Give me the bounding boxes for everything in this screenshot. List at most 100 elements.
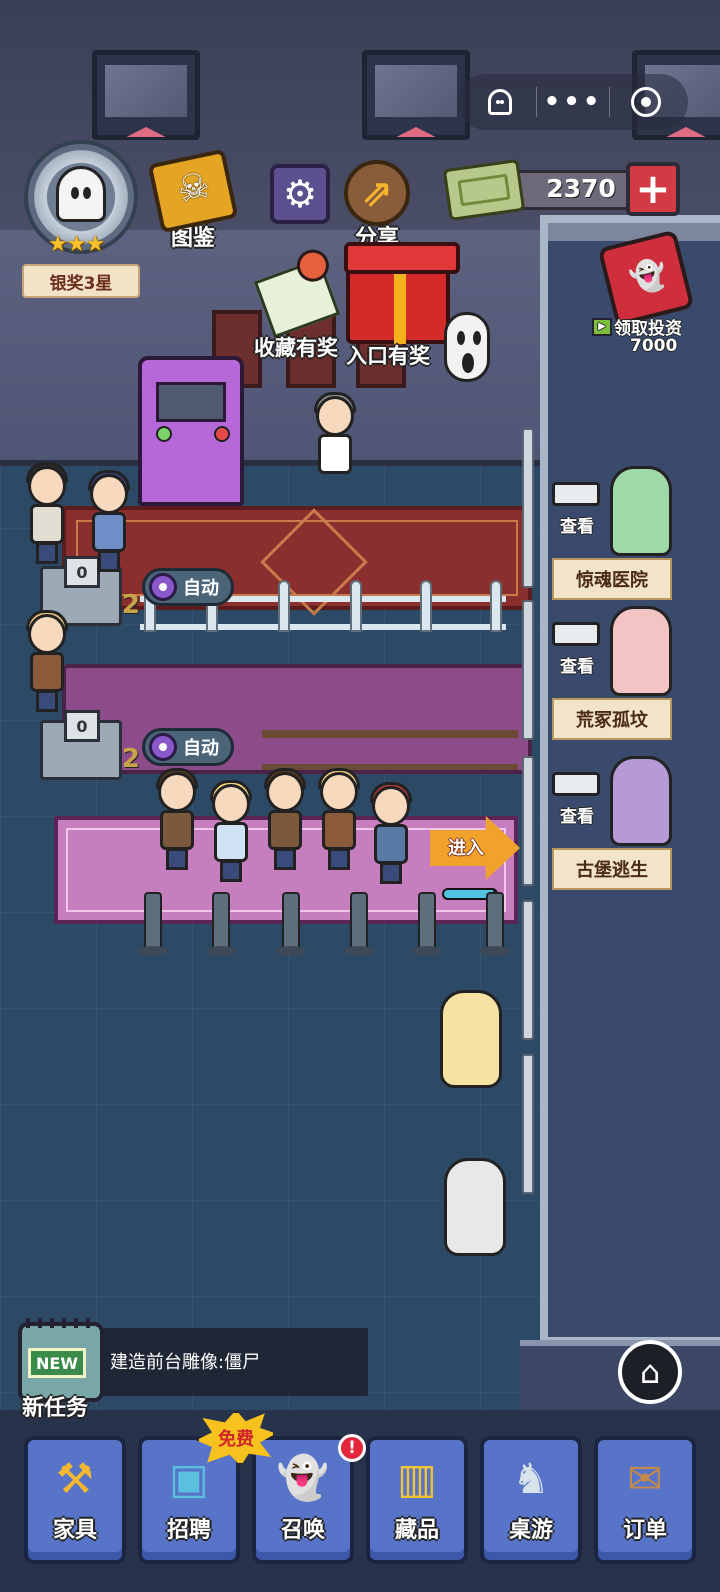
- character-sticker[interactable]: [444, 1158, 506, 1256]
- nav-label: 召唤: [280, 1518, 325, 1543]
- nav-label: 桌游: [508, 1518, 553, 1543]
- counter-level: 2: [121, 590, 140, 620]
- wall-trim: [522, 428, 534, 588]
- add-cash-button[interactable]: +: [626, 162, 680, 216]
- nav-label: 藏品: [394, 1518, 439, 1543]
- gear-icon: ⚙: [270, 164, 330, 224]
- video-play-icon: ▶: [592, 317, 612, 336]
- target-circle-icon[interactable]: [626, 82, 666, 122]
- wall-trim: [522, 1054, 534, 1194]
- invest-amount: 7000: [630, 336, 678, 356]
- ghost-icon[interactable]: [480, 82, 520, 122]
- window: [92, 50, 200, 140]
- scene-name: 荒冢孤坟: [552, 698, 672, 740]
- safe-icon: ▥: [397, 1453, 437, 1503]
- cash-stack-icon: [442, 158, 526, 222]
- bat-package-icon: ✉: [627, 1453, 663, 1503]
- visitor-character: [366, 782, 416, 886]
- counter-level: 2: [121, 744, 140, 774]
- view-label: 查看: [560, 517, 594, 537]
- nav-orders[interactable]: ✉ 订单: [594, 1436, 696, 1564]
- queue-stanchion: [344, 892, 374, 956]
- security-camera-icon: [552, 622, 600, 646]
- claim-investment-button[interactable]: ▶ 领取投资 7000: [592, 229, 702, 360]
- wooden-fence: [262, 730, 518, 770]
- gift-box-icon[interactable]: [344, 242, 460, 344]
- nav-collection[interactable]: ▥ 藏品: [366, 1436, 468, 1564]
- cash-counter: 2370 +: [442, 158, 682, 222]
- queue-stanchion: [276, 892, 306, 956]
- nav-label: 招聘: [166, 1518, 211, 1543]
- miniprogram-capsule: •••: [458, 74, 688, 130]
- alert-badge: !: [338, 1434, 366, 1462]
- queue-stanchion: [480, 892, 510, 956]
- scene-name: 古堡逃生: [552, 848, 672, 890]
- railing-post: [490, 580, 502, 632]
- view-label: 查看: [560, 807, 594, 827]
- chess-board-icon: ♞: [512, 1453, 550, 1503]
- ghost-icon: 👻: [276, 1453, 330, 1502]
- task-label: 新任务: [22, 1396, 89, 1421]
- home-icon: ⌂: [639, 1353, 661, 1391]
- railing-post: [350, 580, 362, 632]
- visitor-character: [84, 470, 134, 574]
- queue-stanchion: [412, 892, 442, 956]
- share-arrow-icon: ⇗: [344, 160, 410, 226]
- ticket-counter[interactable]: 0 2: [40, 710, 140, 790]
- wall-trim: [522, 900, 534, 1040]
- queue-stanchion: [138, 892, 168, 956]
- cash-amount: 2370: [546, 174, 616, 203]
- new-badge: NEW: [28, 1348, 86, 1378]
- visitor-character: [152, 768, 202, 872]
- visitor-character: [22, 610, 72, 714]
- entrance-reward-label[interactable]: 入口有奖: [346, 340, 430, 370]
- queue-count: 0: [64, 710, 100, 742]
- character-sticker[interactable]: [440, 990, 502, 1088]
- scream-mask-icon: [444, 312, 490, 382]
- auto-label: 自动: [183, 578, 219, 599]
- scene-mascot: [610, 466, 672, 556]
- share-button[interactable]: ⇗ 分享: [344, 160, 410, 252]
- visitor-character: [22, 462, 72, 566]
- enter-label: 进入: [448, 838, 484, 859]
- new-task-widget[interactable]: 建造前台雕像:僵尸 NEW 新任务: [18, 1318, 368, 1422]
- wall-trim: [522, 756, 534, 886]
- settings-button[interactable]: ⚙: [270, 164, 330, 224]
- task-description: 建造前台雕像:僵尸: [110, 1352, 261, 1373]
- nav-furniture[interactable]: ⚒ 家具: [24, 1436, 126, 1564]
- auto-button[interactable]: 自动: [142, 728, 234, 766]
- skull-book-icon: [147, 148, 239, 234]
- visitor-character: [206, 780, 256, 884]
- receptionist-character: [310, 392, 360, 496]
- auto-button[interactable]: 自动: [142, 568, 234, 606]
- toggle-icon: [149, 573, 177, 601]
- arcade-machine[interactable]: [138, 356, 244, 506]
- nav-label: 家具: [52, 1518, 97, 1543]
- rank-label: 银奖3星: [22, 264, 140, 298]
- money-bag-icon: [597, 229, 695, 327]
- queue-stanchion: [206, 892, 236, 956]
- scene-mascot: [610, 606, 672, 696]
- handbook-button[interactable]: 图鉴: [147, 148, 239, 252]
- rank-badge[interactable]: ★★★ 银奖3星: [18, 140, 144, 300]
- security-camera-icon: [552, 772, 600, 796]
- visitor-character: [314, 768, 364, 872]
- scene-mascot: [610, 756, 672, 846]
- enter-button[interactable]: 进入: [430, 816, 520, 880]
- wall-trim: [522, 600, 534, 740]
- security-camera-icon: [552, 482, 600, 506]
- collect-reward-label[interactable]: 收藏有奖: [254, 332, 338, 362]
- scene-name: 惊魂医院: [552, 558, 672, 600]
- auto-label: 自动: [183, 738, 219, 759]
- toggle-icon: [149, 733, 177, 761]
- railing-post: [278, 580, 290, 632]
- hammer-helmet-icon: ⚒: [56, 1453, 94, 1503]
- home-button[interactable]: ⌂: [618, 1340, 682, 1404]
- railing-post: [420, 580, 432, 632]
- view-label: 查看: [560, 657, 594, 677]
- ghost-icon: [56, 166, 106, 222]
- nav-label: 订单: [622, 1518, 667, 1543]
- more-dots-icon[interactable]: •••: [544, 82, 600, 122]
- window: [362, 50, 470, 140]
- nav-boardgame[interactable]: ♞ 桌游: [480, 1436, 582, 1564]
